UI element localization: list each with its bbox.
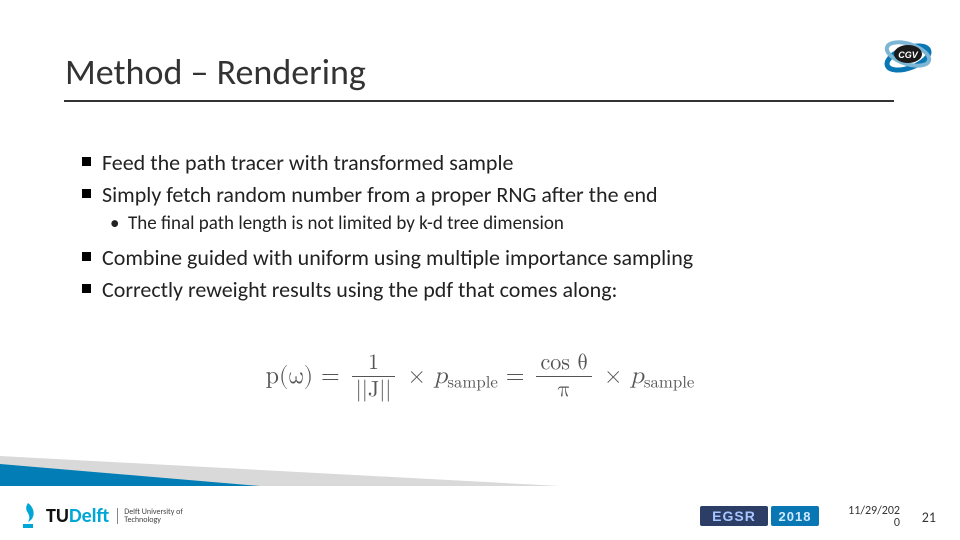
footer-date-l1: 11/29/202 <box>830 505 900 518</box>
tudelft-subtitle: Delft University of Technology <box>117 508 183 525</box>
formula-times2: × <box>596 364 631 388</box>
tudelft-logo: TUDelft Delft University of Technology <box>18 502 183 530</box>
cgv-text: CGV <box>898 50 919 60</box>
page-number: 21 <box>922 509 936 526</box>
title-rule <box>64 100 894 102</box>
formula-frac2-num: cos θ <box>536 352 591 376</box>
formula-frac2: cos θπ <box>536 352 591 401</box>
bullet-combine-guided: Combine guided with uniform using multip… <box>82 243 882 273</box>
tudelft-tu: TU <box>46 504 69 528</box>
egsr-text: EGSR <box>712 508 756 524</box>
formula-psample2: p <box>631 364 644 388</box>
formula-frac1: 1||J|| <box>352 352 396 401</box>
tudelft-delft: Delft <box>69 504 109 528</box>
formula-eq1: = <box>313 364 348 388</box>
tudelft-sub2: Technology <box>124 516 183 524</box>
formula-psample1: p <box>434 364 447 388</box>
formula-frac2-den: π <box>536 376 591 401</box>
formula-lhs: p(ω) <box>266 364 313 388</box>
bullet-reweight: Correctly reweight results using the pdf… <box>82 275 882 305</box>
slide-title: Method – Rendering <box>65 50 366 94</box>
bullet-feed-path: Feed the path tracer with transformed sa… <box>82 148 882 178</box>
formula-eq2: = <box>498 364 533 388</box>
flame-icon <box>18 502 38 530</box>
egsr-year: 2018 <box>779 509 812 524</box>
cgv-logo: CGV <box>880 34 936 78</box>
footer-date-l2: 0 <box>830 517 900 530</box>
subbullet-path-length: The final path length is not limited by … <box>82 211 882 237</box>
egsr-logo: EGSR 2018 <box>700 505 820 527</box>
tudelft-word: TUDelft <box>46 504 109 528</box>
footer-date: 11/29/202 0 <box>830 505 900 530</box>
formula-frac1-den: ||J|| <box>352 376 396 401</box>
bullet-fetch-random: Simply fetch random number from a proper… <box>82 180 882 210</box>
formula-times1: × <box>399 364 434 388</box>
formula-psample2-sub: sample <box>644 374 694 391</box>
body-content: Feed the path tracer with transformed sa… <box>82 148 882 306</box>
formula: p(ω) = 1||J|| × psample = cos θπ × psamp… <box>0 352 960 401</box>
formula-frac1-num: 1 <box>352 352 396 376</box>
decor-wedge-blue <box>0 464 260 486</box>
formula-psample1-sub: sample <box>447 374 497 391</box>
